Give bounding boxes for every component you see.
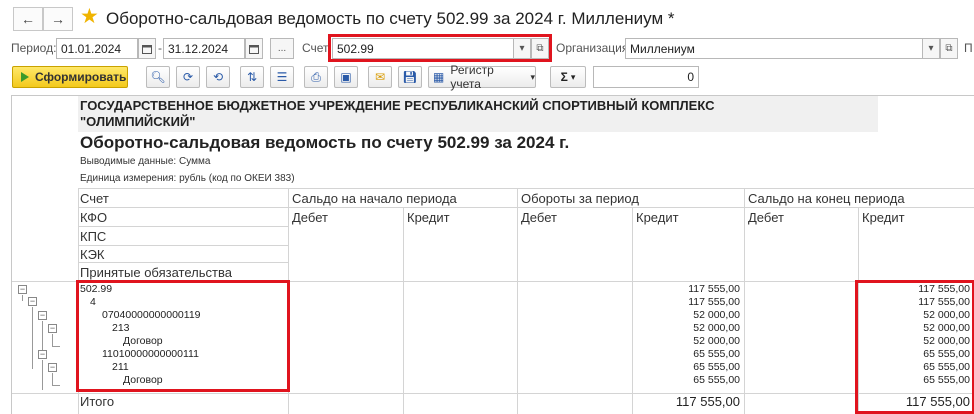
col-header-obligations: Принятые обязательства xyxy=(80,265,232,280)
forward-button[interactable]: → xyxy=(43,7,73,31)
collapse-icon[interactable]: − xyxy=(48,324,57,333)
preview-icon: ▣ xyxy=(340,70,352,84)
output-data: Выводимые данные: Сумма xyxy=(80,156,211,167)
email-button[interactable]: ✉ xyxy=(368,66,392,88)
title-bar: ← → ★ Оборотно-сальдовая ведомость по сч… xyxy=(0,0,974,36)
search-next-icon: ⟳ xyxy=(182,70,194,84)
col-header-closing: Сальдо на конец периода xyxy=(748,191,905,206)
period-label: Период: xyxy=(11,41,57,55)
chevron-down-icon: ▾ xyxy=(570,71,576,82)
chevron-down-icon: ▾ xyxy=(928,43,934,54)
organization-dropdown-button[interactable]: ▾ xyxy=(922,38,940,59)
col-header-kps: КПС xyxy=(80,229,107,244)
period-select-button[interactable]: ... xyxy=(270,38,294,59)
favorite-star-icon[interactable]: ★ xyxy=(80,5,99,29)
turnover-credit-value: 52 000,00 xyxy=(693,309,740,321)
unit-info: Единица измерения: рубль (код по ОКЕИ 38… xyxy=(80,173,295,184)
organization-name: ГОСУДАРСТВЕННОЕ БЮДЖЕТНОЕ УЧРЕЖДЕНИЕ РЕС… xyxy=(80,98,715,129)
print-button[interactable]: ⎙ xyxy=(304,66,328,88)
collapse-icon[interactable]: − xyxy=(38,311,47,320)
generate-button[interactable]: Сформировать xyxy=(12,66,128,88)
sum-icon: Σ xyxy=(560,70,568,84)
envelope-icon: ✉ xyxy=(374,70,386,84)
turnover-credit-value: 52 000,00 xyxy=(693,335,740,347)
account-highlight xyxy=(328,34,552,62)
organization-field[interactable]: Миллениум xyxy=(625,38,923,59)
total-turnover-credit: 117 555,00 xyxy=(675,394,740,409)
date-from-field[interactable]: 01.01.2024 xyxy=(56,38,138,59)
calendar-to-button[interactable] xyxy=(245,38,263,59)
search-prev-button[interactable]: ⟲ xyxy=(206,66,230,88)
extra-label: П xyxy=(964,41,973,55)
report-title: Оборотно-сальдовая ведомость по счету 50… xyxy=(80,133,570,152)
register-icon: ▦ xyxy=(433,70,445,84)
total-label: Итого xyxy=(80,394,115,409)
col-header-turnover-credit: Кредит xyxy=(636,210,679,225)
col-header-turnover-debit: Дебет xyxy=(521,210,557,225)
preview-button[interactable]: ▣ xyxy=(334,66,358,88)
turnover-credit-value: 117 555,00 xyxy=(688,296,740,308)
date-to-field[interactable]: 31.12.2024 xyxy=(163,38,245,59)
col-header-account: Счет xyxy=(80,191,109,206)
group-button[interactable]: ☰ xyxy=(270,66,294,88)
list-icon: ☰ xyxy=(276,70,288,84)
organization-open-button[interactable]: ⧉ xyxy=(940,38,958,59)
collapse-icon[interactable]: − xyxy=(48,363,57,372)
col-header-closing-credit: Кредит xyxy=(862,210,905,225)
col-header-kek: КЭК xyxy=(80,247,105,262)
col-header-opening: Сальдо на начало периода xyxy=(292,191,457,206)
calendar-icon xyxy=(142,44,152,54)
collapse-icon[interactable]: − xyxy=(38,350,47,359)
sum-button[interactable]: Σ ▾ xyxy=(550,66,586,88)
arrow-left-icon: ← xyxy=(21,11,35,27)
calendar-from-button[interactable] xyxy=(138,38,156,59)
accounts-highlight xyxy=(76,280,290,392)
chevron-down-icon: ▾ xyxy=(530,71,535,82)
sort-button[interactable]: ⇅ xyxy=(240,66,264,88)
turnover-credit-value: 52 000,00 xyxy=(693,322,740,334)
turnover-credit-value: 65 555,00 xyxy=(693,374,740,386)
col-header-kfo: КФО xyxy=(80,210,108,225)
turnover-credit-value: 65 555,00 xyxy=(693,361,740,373)
sum-value-field[interactable]: 0 xyxy=(593,66,699,88)
turnover-credit-value: 117 555,00 xyxy=(688,283,740,295)
collapse-icon[interactable]: − xyxy=(28,297,37,306)
printer-icon: ⎙ xyxy=(311,69,321,84)
back-button[interactable]: ← xyxy=(13,7,43,31)
col-header-closing-debit: Дебет xyxy=(748,210,784,225)
arrow-right-icon: → xyxy=(51,11,65,27)
turnover-credit-value: 65 555,00 xyxy=(693,348,740,360)
col-header-opening-debit: Дебет xyxy=(292,210,328,225)
search-next-button[interactable]: ⟳ xyxy=(176,66,200,88)
search-icon: 🔍︎ xyxy=(150,70,166,84)
col-header-opening-credit: Кредит xyxy=(407,210,450,225)
organization-label: Организация: xyxy=(556,41,632,55)
save-icon: 💾︎ xyxy=(402,70,418,84)
report-area: ГОСУДАРСТВЕННОЕ БЮДЖЕТНОЕ УЧРЕЖДЕНИЕ РЕС… xyxy=(11,95,974,414)
play-icon xyxy=(21,72,29,82)
window-title: Оборотно-сальдовая ведомость по счету 50… xyxy=(106,9,675,28)
sort-icon: ⇅ xyxy=(246,70,258,84)
collapse-icon[interactable]: − xyxy=(18,285,27,294)
register-button[interactable]: ▦ Регистр учета ▾ xyxy=(428,63,536,91)
search-button[interactable]: 🔍︎ xyxy=(146,66,170,88)
search-prev-icon: ⟲ xyxy=(212,70,224,84)
calendar-icon xyxy=(249,44,259,54)
save-button[interactable]: 💾︎ xyxy=(398,66,422,88)
closing-credit-highlight xyxy=(855,280,974,414)
open-icon: ⧉ xyxy=(945,43,953,54)
col-header-turnover: Обороты за период xyxy=(521,191,639,206)
